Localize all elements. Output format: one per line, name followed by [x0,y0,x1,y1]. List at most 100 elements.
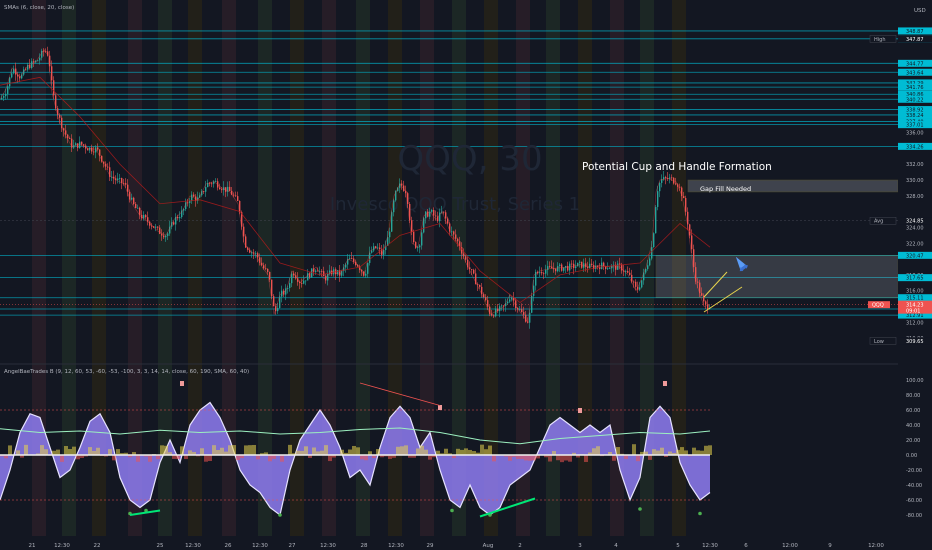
candle-body [493,315,495,317]
candle-body [93,151,95,153]
candle-body [479,284,481,287]
histogram-bar [584,455,588,462]
histogram-bar [692,447,696,455]
indicator-tick-label: -60.00 [906,498,922,504]
candle-body [51,66,53,81]
candle-body [305,280,307,282]
price-tick-label: 316.00 [906,289,924,295]
time-tick-label: 27 [289,543,296,549]
time-tick-label: 26 [225,543,232,549]
histogram-bar [632,444,636,455]
candle-body [555,268,557,272]
histogram-bar [72,446,76,455]
candle-body [5,93,7,97]
level-tag-value: 343.64 [906,70,924,76]
candle-body [321,270,323,272]
histogram-bar [564,455,568,461]
histogram-bar [680,447,684,455]
candle-body [507,301,509,304]
candle-body [257,253,259,258]
candle-body [379,247,381,250]
high-tag-label: High [874,37,886,43]
candle-body [265,268,267,270]
candle-body [639,287,641,290]
price-tick-label: 322.00 [906,241,924,247]
candle-body [237,196,239,201]
candle-body [79,141,81,148]
candle-body [691,235,693,250]
time-tick-label: 28 [361,543,368,549]
time-axis[interactable]: 21 12:30 22 25 12:30 26 12:30 27 12:30 28 12:30 29 A… [0,536,898,550]
candle-body [165,235,167,238]
histogram-bar [280,455,284,462]
level-tag-value: 341.76 [906,85,924,91]
histogram-bar [456,448,460,455]
candle-body [89,147,91,151]
low-tag-value: 309.65 [906,339,924,345]
histogram-bar [328,455,332,462]
candle-body [255,253,257,255]
time-tick-label: 9 [828,543,832,549]
time-tick-label: 12:30 [185,543,201,549]
histogram-bar [252,444,256,455]
histogram-bar [548,455,552,462]
candle-body [591,263,593,266]
level-tag-value: 338.24 [906,113,924,119]
candle-body [651,247,653,259]
candle-body [135,203,137,209]
candle-body [291,273,293,284]
indicator-panel-label[interactable]: AngelBaeTrades B (9, 12, 60, 53, -60, -5… [4,369,249,375]
candle-body [575,266,577,269]
candle-body [351,258,353,260]
histogram-bar [148,455,152,462]
candle-body [443,211,445,213]
histogram-bar [652,449,656,455]
pattern-title: Potential Cup and Handle Formation [582,161,772,173]
candle-body [97,147,99,150]
candle-body [179,217,181,219]
price-tick-label: 330.00 [906,178,924,184]
candle-body [647,265,649,269]
time-tick-label: 3 [578,543,582,549]
candle-body [519,309,521,311]
candle-body [487,300,489,307]
sma-indicator-label[interactable]: SMAs (6, close, 20, close) [4,5,74,11]
histogram-bar [204,455,208,462]
histogram-bar [704,445,708,455]
candle-body [579,261,581,263]
candle-body [29,65,31,68]
indicator-tick-label: -40.00 [906,483,922,489]
candle-body [453,231,455,235]
histogram-bar [108,449,112,455]
candle-body [689,224,691,236]
time-tick-label: 22 [94,543,101,549]
candle-body [11,73,13,78]
candle-body [167,233,169,236]
candle-body [649,258,651,266]
candle-body [629,272,631,275]
candle-body [271,279,273,297]
time-tick-label: 12:00 [782,543,798,549]
candle-body [117,178,119,180]
candle-body [277,307,279,312]
histogram-bar [492,455,496,462]
sell-signal-marker [438,405,442,410]
candle-body [539,272,541,274]
histogram-bar [616,447,620,455]
candle-body [127,184,129,192]
histogram-bar [532,455,536,461]
watermark-symbol: QQQ, 30 [397,139,542,179]
histogram-bar [324,445,328,455]
candle-body [559,264,561,267]
level-tag-value: 344.77 [906,61,924,67]
candle-body [415,242,417,248]
histogram-bar [288,444,292,455]
candle-body [77,143,79,148]
candle-body [233,194,235,196]
candle-body [589,263,591,268]
high-tag-value: 347.87 [906,37,924,43]
trading-chart[interactable]: QQQ, 30 Invesco QQQ Trust, Series 1 Pote… [0,0,932,550]
histogram-bar [244,445,248,455]
histogram-bar [508,455,512,461]
time-tick-label: 6 [744,543,748,549]
